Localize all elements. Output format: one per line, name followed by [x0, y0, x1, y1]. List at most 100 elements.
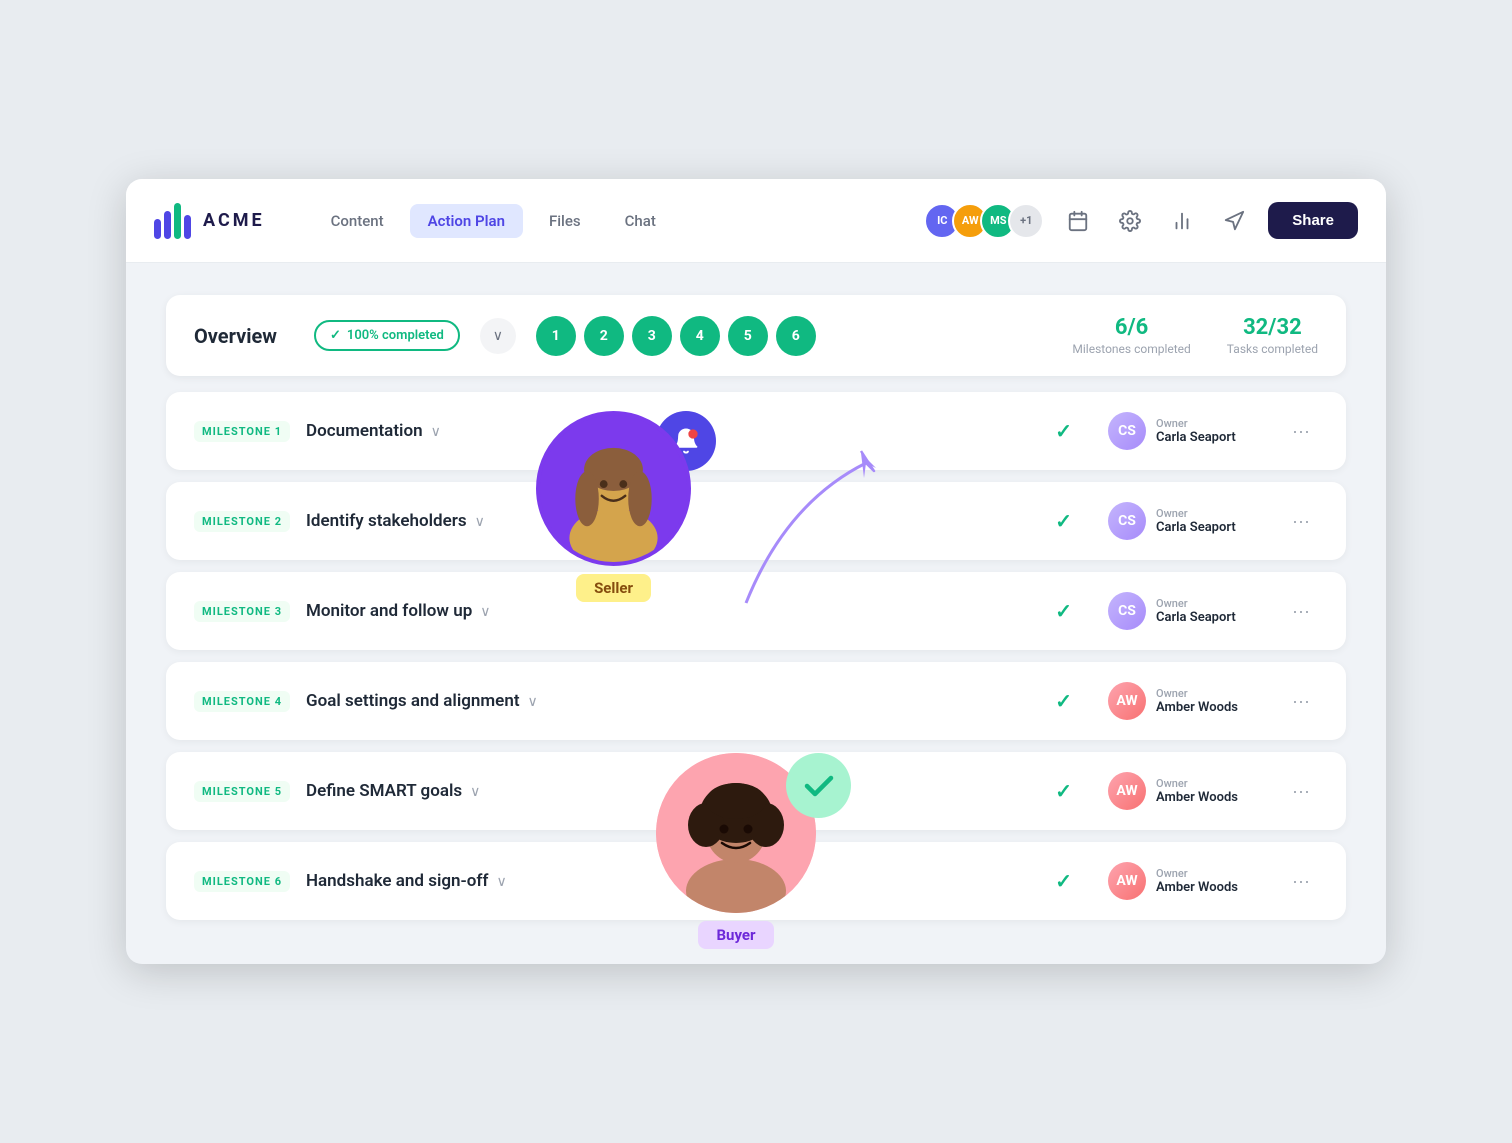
owner-info-5: Owner Amber Woods [1156, 777, 1238, 805]
milestone-tag-5: MILESTONE 5 [194, 781, 290, 802]
owner-avatar-1: CS [1108, 412, 1146, 450]
milestone-more-4[interactable]: ··· [1284, 687, 1318, 716]
settings-icon[interactable] [1112, 203, 1148, 239]
milestone-expand-3[interactable]: ∨ [480, 603, 490, 620]
calendar-icon[interactable] [1060, 203, 1096, 239]
nav-chat[interactable]: Chat [607, 204, 674, 238]
owner-area-5: AW Owner Amber Woods [1108, 772, 1268, 810]
milestone-card-5: MILESTONE 5 Define SMART goals ∨ ✓ AW Ow… [166, 752, 1346, 830]
owner-label-4: Owner [1156, 687, 1238, 700]
owner-area-1: CS Owner Carla Seaport [1108, 412, 1268, 450]
milestone-more-3[interactable]: ··· [1284, 597, 1318, 626]
milestone-name-1: Documentation ∨ [306, 421, 1039, 441]
owner-info-6: Owner Amber Woods [1156, 867, 1238, 895]
milestone-check-3: ✓ [1055, 599, 1072, 623]
owner-area-2: CS Owner Carla Seaport [1108, 502, 1268, 540]
owner-label-6: Owner [1156, 867, 1238, 880]
nav-content[interactable]: Content [313, 204, 402, 238]
logo-area: ACME [154, 203, 265, 239]
milestone-tag-2: MILESTONE 2 [194, 511, 290, 532]
milestone-expand-5[interactable]: ∨ [470, 783, 480, 800]
owner-name-1: Carla Seaport [1156, 430, 1236, 445]
owner-avatar-3: CS [1108, 592, 1146, 630]
milestone-name-5: Define SMART goals ∨ [306, 781, 1039, 801]
main-content: Overview ✓ 100% completed ∨ 1 2 3 4 5 6 … [126, 263, 1386, 964]
overview-card: Overview ✓ 100% completed ∨ 1 2 3 4 5 6 … [166, 295, 1346, 376]
milestone-expand-4[interactable]: ∨ [528, 693, 538, 710]
milestones-stat: 6/6 Milestones completed [1072, 315, 1190, 356]
owner-label-1: Owner [1156, 417, 1236, 430]
nav-action-plan[interactable]: Action Plan [410, 204, 523, 238]
owner-avatar-2: CS [1108, 502, 1146, 540]
owner-label-2: Owner [1156, 507, 1236, 520]
avatar-plus: +1 [1008, 203, 1044, 239]
owner-name-5: Amber Woods [1156, 790, 1238, 805]
milestone-card-1: MILESTONE 1 Documentation ∨ ✓ CS Owner C… [166, 392, 1346, 470]
check-completed-icon: ✓ [330, 328, 341, 343]
milestone-name-6: Handshake and sign-off ∨ [306, 871, 1039, 891]
milestone-expand-6[interactable]: ∨ [496, 873, 506, 890]
owner-label-5: Owner [1156, 777, 1238, 790]
milestone-tag-6: MILESTONE 6 [194, 871, 290, 892]
logo-icon [154, 203, 191, 239]
milestone-bubble-4: 4 [680, 316, 720, 356]
owner-avatar-5: AW [1108, 772, 1146, 810]
megaphone-icon[interactable] [1216, 203, 1252, 239]
milestone-name-4: Goal settings and alignment ∨ [306, 691, 1039, 711]
nav-files[interactable]: Files [531, 204, 599, 238]
completed-badge: ✓ 100% completed [314, 320, 460, 351]
tasks-value: 32/32 [1227, 315, 1318, 340]
milestone-tag-3: MILESTONE 3 [194, 601, 290, 622]
milestone-bubble-3: 3 [632, 316, 672, 356]
header-right: IC AW MS +1 [924, 202, 1358, 239]
milestone-check-5: ✓ [1055, 779, 1072, 803]
overview-expand-button[interactable]: ∨ [480, 318, 516, 354]
milestone-check-6: ✓ [1055, 869, 1072, 893]
owner-info-1: Owner Carla Seaport [1156, 417, 1236, 445]
owner-name-2: Carla Seaport [1156, 520, 1236, 535]
tasks-stat: 32/32 Tasks completed [1227, 315, 1318, 356]
owner-info-3: Owner Carla Seaport [1156, 597, 1236, 625]
owner-name-3: Carla Seaport [1156, 610, 1236, 625]
owner-area-3: CS Owner Carla Seaport [1108, 592, 1268, 630]
overview-title: Overview [194, 324, 294, 348]
completed-label: 100% completed [347, 328, 444, 343]
owner-info-4: Owner Amber Woods [1156, 687, 1238, 715]
buyer-label: Buyer [698, 921, 773, 949]
owner-label-3: Owner [1156, 597, 1236, 610]
milestone-bubble-1: 1 [536, 316, 576, 356]
milestone-more-1[interactable]: ··· [1284, 417, 1318, 446]
tasks-label: Tasks completed [1227, 342, 1318, 356]
milestone-name-2: Identify stakeholders ∨ [306, 511, 1039, 531]
logo-text: ACME [203, 210, 265, 231]
milestone-card-4: MILESTONE 4 Goal settings and alignment … [166, 662, 1346, 740]
milestone-bubble-5: 5 [728, 316, 768, 356]
owner-area-4: AW Owner Amber Woods [1108, 682, 1268, 720]
overview-stats: 6/6 Milestones completed 32/32 Tasks com… [1072, 315, 1318, 356]
milestone-more-6[interactable]: ··· [1284, 867, 1318, 896]
chart-icon[interactable] [1164, 203, 1200, 239]
owner-avatar-4: AW [1108, 682, 1146, 720]
milestone-tag-4: MILESTONE 4 [194, 691, 290, 712]
owner-area-6: AW Owner Amber Woods [1108, 862, 1268, 900]
owner-info-2: Owner Carla Seaport [1156, 507, 1236, 535]
milestone-bubbles: 1 2 3 4 5 6 [536, 316, 1053, 356]
milestone-check-2: ✓ [1055, 509, 1072, 533]
milestone-expand-1[interactable]: ∨ [431, 423, 441, 440]
header: ACME Content Action Plan Files Chat IC A… [126, 179, 1386, 263]
milestone-more-2[interactable]: ··· [1284, 507, 1318, 536]
milestone-expand-2[interactable]: ∨ [475, 513, 485, 530]
main-nav: Content Action Plan Files Chat [313, 204, 893, 238]
milestone-bubble-6: 6 [776, 316, 816, 356]
milestones-value: 6/6 [1072, 315, 1190, 340]
milestone-card-2: MILESTONE 2 Identify stakeholders ∨ ✓ CS… [166, 482, 1346, 560]
milestone-card-6: MILESTONE 6 Handshake and sign-off ∨ ✓ A… [166, 842, 1346, 920]
milestone-bubble-2: 2 [584, 316, 624, 356]
owner-name-6: Amber Woods [1156, 880, 1238, 895]
app-window: ACME Content Action Plan Files Chat IC A… [126, 179, 1386, 964]
milestone-more-5[interactable]: ··· [1284, 777, 1318, 806]
share-button[interactable]: Share [1268, 202, 1358, 239]
milestone-tag-1: MILESTONE 1 [194, 421, 290, 442]
owner-avatar-6: AW [1108, 862, 1146, 900]
milestone-name-3: Monitor and follow up ∨ [306, 601, 1039, 621]
